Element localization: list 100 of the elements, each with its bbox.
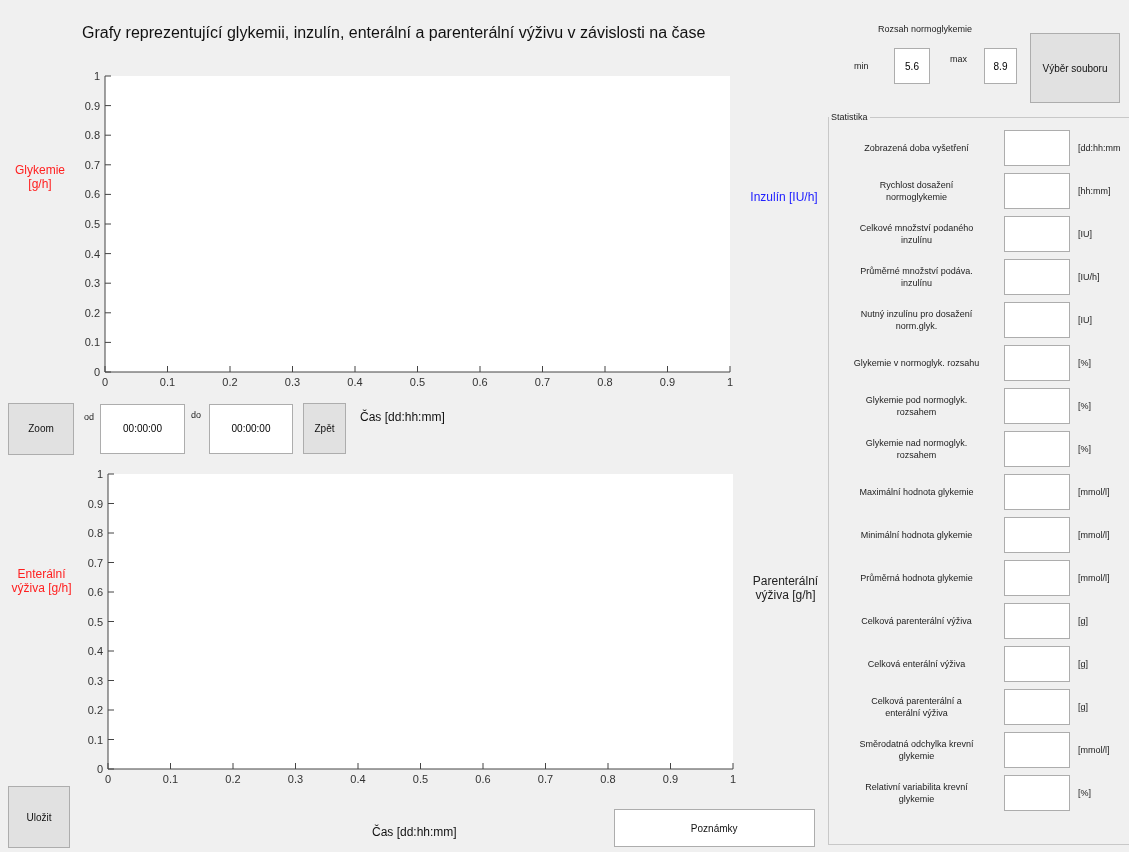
tick-label: 0.7 bbox=[87, 556, 103, 569]
stat-label: Zobrazená doba vyšetření bbox=[863, 142, 970, 154]
stat-label: Průměrné množství podáva. inzulínu bbox=[859, 265, 974, 289]
unit-label: [dd:hh:mm bbox=[1078, 143, 1121, 153]
stat-field[interactable] bbox=[1004, 560, 1070, 596]
stat-label: Glykemie pod normoglyk. rozsahem bbox=[864, 394, 969, 418]
axis-label: Čas [dd:hh:mm] bbox=[372, 825, 457, 839]
stat-field[interactable] bbox=[1004, 732, 1070, 768]
tick-label: 0.4 bbox=[347, 376, 363, 388]
stat-field[interactable] bbox=[1004, 689, 1070, 725]
unit-label: [g] bbox=[1078, 702, 1088, 712]
tick-label: 0.6 bbox=[87, 586, 103, 598]
unit-label: [%] bbox=[1078, 788, 1091, 798]
to-time-field[interactable]: 00:00:00 bbox=[209, 403, 294, 454]
tick-label: 0 bbox=[104, 773, 112, 785]
unit-label: [%] bbox=[1078, 401, 1091, 411]
tick-label: 0.5 bbox=[409, 376, 426, 388]
file-select-button[interactable]: Výběr souboru bbox=[1030, 33, 1120, 103]
from-time-field[interactable]: 00:00:00 bbox=[100, 403, 185, 454]
tick-label: 0.2 bbox=[84, 306, 100, 319]
stat-field[interactable] bbox=[1004, 302, 1070, 338]
max-field[interactable]: 8.9 bbox=[984, 48, 1017, 84]
unit-label: [g] bbox=[1078, 659, 1088, 669]
tick-label: 0.9 bbox=[87, 497, 103, 510]
tick-label: 1 bbox=[93, 70, 100, 82]
tick-label: 0.6 bbox=[472, 376, 488, 388]
stat-field[interactable] bbox=[1004, 216, 1070, 252]
unit-label: [mmol/l] bbox=[1078, 745, 1110, 755]
stat-label: Minimální hodnota glykemie bbox=[859, 529, 974, 541]
tick-label: 0.1 bbox=[84, 336, 100, 349]
stat-field[interactable] bbox=[1004, 603, 1070, 639]
unit-label: [hh:mm] bbox=[1078, 186, 1111, 196]
tick-label: 0 bbox=[101, 376, 109, 388]
tick-label: 0.7 bbox=[534, 376, 551, 388]
unit-label: [IU] bbox=[1078, 315, 1092, 325]
back-button[interactable]: Zpět bbox=[303, 403, 347, 454]
tick-label: 0.8 bbox=[600, 773, 616, 785]
from-label: od bbox=[84, 412, 94, 422]
unit-label: [IU/h] bbox=[1078, 272, 1100, 282]
tick-label: 0.8 bbox=[597, 376, 613, 388]
stat-field[interactable] bbox=[1004, 474, 1070, 510]
to-label: do bbox=[191, 410, 202, 420]
tick-label: 0.4 bbox=[84, 247, 100, 260]
tick-label: 0.5 bbox=[87, 615, 103, 628]
stat-label: Celková parenterální a enterální výživa bbox=[870, 695, 963, 719]
axis-label: Parenterální výživa [g/h] bbox=[752, 574, 819, 602]
axis-label: Inzulín [IU/h] bbox=[749, 190, 819, 204]
stat-field[interactable] bbox=[1004, 345, 1070, 381]
tick-label: 0.2 bbox=[225, 773, 241, 785]
tick-label: 0.3 bbox=[287, 773, 304, 785]
tick-label: 0.2 bbox=[87, 704, 103, 716]
stat-label: Maximální hodnota glykemie bbox=[858, 486, 975, 498]
stat-label: Celkové množství podaného inzulínu bbox=[858, 222, 975, 246]
stat-field[interactable] bbox=[1004, 388, 1070, 424]
page-title: Grafy reprezentující glykemii, inzulín, enterální a parenterální výživu v závislosti na čase bbox=[81, 22, 707, 43]
unit-label: [%] bbox=[1078, 358, 1091, 368]
tick-label: 0.1 bbox=[87, 733, 103, 746]
max-label: max bbox=[949, 54, 968, 64]
unit-label: [%] bbox=[1078, 444, 1091, 454]
notes-button[interactable]: Poznámky bbox=[613, 809, 815, 847]
tick-label: 0.4 bbox=[350, 773, 366, 785]
unit-label: [mmol/l] bbox=[1078, 530, 1110, 540]
tick-label: 0.8 bbox=[84, 129, 100, 142]
tick-label: 0.9 bbox=[659, 376, 676, 388]
unit-label: [mmol/l] bbox=[1078, 487, 1110, 497]
stat-field[interactable] bbox=[1004, 517, 1070, 553]
tick-label: 0.3 bbox=[87, 674, 103, 687]
min-label: min bbox=[854, 61, 870, 71]
tick-label: 0 bbox=[93, 366, 100, 378]
stat-label: Relativní variabilita krevní glykemie bbox=[864, 781, 969, 805]
axis-label: Čas [dd:hh:mm] bbox=[360, 410, 445, 424]
zoom-button[interactable]: Zoom bbox=[8, 402, 74, 455]
save-button[interactable]: Uložit bbox=[8, 786, 70, 848]
tick-label: 0.9 bbox=[84, 99, 100, 112]
tick-label: 0.1 bbox=[162, 773, 179, 785]
unit-label: [IU] bbox=[1078, 229, 1092, 239]
stat-label: Rychlost dosažení normoglykemie bbox=[878, 179, 955, 203]
tick-label: 1 bbox=[729, 773, 737, 785]
stat-field[interactable] bbox=[1004, 130, 1070, 166]
tick-label: 0.6 bbox=[475, 773, 491, 785]
stat-label: Glykemie v normoglyk. rozsahu bbox=[852, 357, 981, 369]
tick-label: 1 bbox=[96, 468, 103, 480]
stat-field[interactable] bbox=[1004, 646, 1070, 682]
stat-field[interactable] bbox=[1004, 775, 1070, 811]
stat-label: Celková enterální výživa bbox=[866, 658, 967, 670]
group-title: Statistika bbox=[830, 112, 869, 122]
tick-label: 0.1 bbox=[159, 376, 176, 388]
min-field[interactable]: 5.6 bbox=[894, 48, 930, 84]
axis-label: Glykemie [g/h] bbox=[14, 163, 66, 191]
unit-label: [mmol/l] bbox=[1078, 573, 1110, 583]
stat-field[interactable] bbox=[1004, 431, 1070, 467]
tick-label: 0.6 bbox=[84, 188, 100, 201]
stat-field[interactable] bbox=[1004, 259, 1070, 295]
stat-field[interactable] bbox=[1004, 173, 1070, 209]
stat-label: Nutný inzulínu pro dosažení norm.glyk. bbox=[859, 308, 974, 332]
stat-label: Směrodatná odchylka krevní glykemie bbox=[858, 738, 975, 762]
tick-label: 0 bbox=[96, 763, 103, 775]
tick-label: 1 bbox=[726, 376, 734, 388]
tick-label: 0.2 bbox=[222, 376, 238, 388]
stat-label: Celková parenterální výživa bbox=[860, 615, 973, 627]
